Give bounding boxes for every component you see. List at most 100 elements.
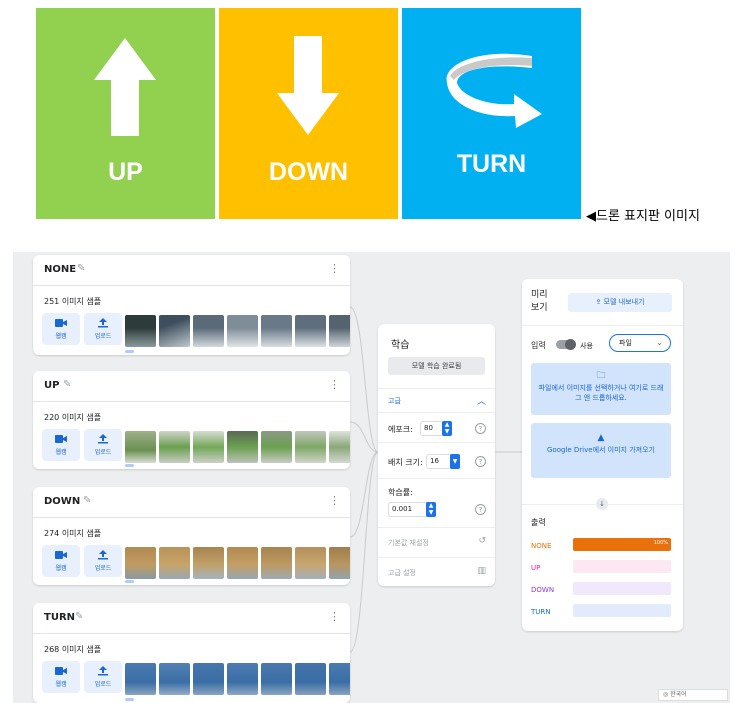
input-label: 입력: [531, 341, 546, 350]
sample-thumbnail: [329, 431, 350, 463]
output-class-down: DOWN: [531, 586, 555, 594]
confidence-percent: 100%: [653, 540, 668, 546]
class-card-down: DOWN ✎ ⋮ 274 이미지 샘플 웹캠 업로드: [33, 487, 350, 585]
pencil-icon[interactable]: ✎: [77, 264, 87, 274]
sign-down: DOWN: [219, 8, 398, 219]
sample-thumbnails[interactable]: [125, 431, 350, 463]
sample-thumbnail: [193, 431, 224, 463]
stepper-arrows-icon[interactable]: ▲ ▼: [426, 502, 436, 517]
webcam-button[interactable]: 웹캠: [42, 545, 80, 577]
video-camera-icon: [55, 435, 67, 443]
arrow-up-icon: [94, 38, 156, 136]
class-header: TURN ✎ ⋮: [33, 603, 350, 634]
more-options-icon[interactable]: ⋮: [329, 262, 340, 275]
class-header: NONE ✎ ⋮: [33, 255, 350, 286]
webcam-label: 웹캠: [55, 565, 67, 572]
arrow-down-circle-icon: ↓: [596, 498, 608, 510]
batch-size-value: 16: [430, 457, 439, 465]
training-title: 학습: [391, 340, 410, 351]
upload-button[interactable]: 업로드: [84, 313, 122, 345]
chevron-down-icon[interactable]: ▼: [450, 454, 460, 469]
under-the-hood-button[interactable]: 고급 설정: [388, 568, 416, 578]
export-model-button[interactable]: ⇪ 모델 내보내기: [568, 293, 672, 312]
upload-label: 업로드: [94, 449, 112, 456]
sample-thumbnail: [295, 547, 326, 579]
more-options-icon[interactable]: ⋮: [329, 378, 340, 391]
thumbnail-scrollbar[interactable]: [125, 350, 134, 353]
batch-size-select[interactable]: 16 ▼: [426, 454, 460, 469]
class-name[interactable]: DOWN: [44, 496, 80, 507]
upload-icon: [98, 666, 108, 676]
thumbnail-scrollbar[interactable]: [125, 464, 134, 467]
class-header: UP ✎ ⋮: [33, 371, 350, 402]
class-name[interactable]: TURN: [44, 612, 75, 623]
sample-thumbnail: [125, 663, 156, 695]
chevron-down-icon: ⌄: [656, 338, 663, 347]
sample-thumbnails[interactable]: [125, 663, 350, 695]
learning-rate-input[interactable]: 0.001 ▲ ▼: [388, 502, 436, 517]
class-name[interactable]: NONE: [44, 264, 76, 275]
sample-thumbnail: [159, 431, 190, 463]
sample-thumbnails[interactable]: [125, 547, 350, 579]
input-source-value: 파일: [619, 339, 632, 347]
upload-button[interactable]: 업로드: [84, 429, 122, 461]
sample-thumbnail: [125, 547, 156, 579]
thumbnail-scrollbar[interactable]: [125, 698, 134, 701]
upload-label: 업로드: [94, 333, 112, 340]
input-source-select[interactable]: 파일 ⌄: [609, 334, 671, 352]
sample-thumbnail: [295, 663, 326, 695]
google-drive-button[interactable]: ▲ Google Drive에서 이미지 가져오기: [531, 423, 671, 478]
language-selector[interactable]: ◎ 한국어: [658, 689, 728, 701]
more-options-icon[interactable]: ⋮: [329, 494, 340, 507]
more-options-icon[interactable]: ⋮: [329, 610, 340, 623]
webcam-label: 웹캠: [55, 449, 67, 456]
upload-label: 업로드: [94, 681, 112, 688]
upload-button[interactable]: 업로드: [84, 545, 122, 577]
teachable-machine-app: NONE ✎ ⋮ 251 이미지 샘플 웹캠 업로드 UP ✎ ⋮ 220 이미…: [13, 252, 730, 703]
input-toggle[interactable]: [556, 339, 576, 350]
sample-thumbnail: [261, 315, 292, 347]
preview-panel: 미리 보기 ⇪ 모델 내보내기 입력 사용 파일 ⌄ 🗀 파일에서 이미지를 선…: [522, 279, 683, 631]
pencil-icon[interactable]: ✎: [83, 496, 93, 506]
chevron-up-icon[interactable]: ︿: [477, 394, 486, 407]
help-icon[interactable]: ?: [475, 456, 486, 467]
file-drop-zone[interactable]: 🗀 파일에서 이미지를 선택하거나 여기로 드래그 앤 드롭하세요.: [531, 363, 671, 415]
webcam-button[interactable]: 웹캠: [42, 313, 80, 345]
stepper-arrows-icon[interactable]: ▲ ▼: [442, 421, 452, 436]
video-camera-icon: [55, 667, 67, 675]
drop-zone-text: 파일에서 이미지를 선택하거나 여기로 드래그 앤 드롭하세요.: [538, 384, 664, 402]
pencil-icon[interactable]: ✎: [75, 612, 85, 622]
sample-thumbnail: [261, 431, 292, 463]
help-icon[interactable]: ?: [475, 423, 486, 434]
sample-thumbnail: [193, 315, 224, 347]
chart-icon[interactable]: ▥: [477, 566, 486, 576]
sample-count: 220 이미지 샘플: [44, 413, 102, 422]
webcam-button[interactable]: 웹캠: [42, 429, 80, 461]
train-model-button[interactable]: 모델 학습 완료됨: [388, 357, 485, 375]
history-icon[interactable]: ↺: [478, 536, 486, 546]
advanced-toggle[interactable]: 고급: [388, 396, 401, 406]
thumbnail-scrollbar[interactable]: [125, 580, 134, 583]
confidence-bar: [573, 604, 671, 617]
sample-thumbnail: [227, 547, 258, 579]
output-class-turn: TURN: [531, 608, 551, 616]
webcam-button[interactable]: 웹캠: [42, 661, 80, 693]
sample-thumbnails[interactable]: [125, 315, 350, 347]
batch-size-label: 배치 크기:: [388, 458, 423, 467]
reset-defaults-button[interactable]: 기본값 재설정: [388, 538, 429, 548]
sample-thumbnail: [329, 547, 350, 579]
upload-button[interactable]: 업로드: [84, 661, 122, 693]
epochs-input[interactable]: 80 ▲ ▼: [420, 421, 452, 436]
confidence-bar: 100%: [573, 538, 671, 551]
help-icon[interactable]: ?: [475, 504, 486, 515]
sample-thumbnail: [227, 315, 258, 347]
sample-thumbnail: [125, 315, 156, 347]
sample-thumbnail: [193, 547, 224, 579]
class-name[interactable]: UP: [44, 380, 59, 391]
divider: [378, 412, 495, 413]
learning-rate-value: 0.001: [392, 505, 413, 513]
upload-icon: [98, 434, 108, 444]
divider: [378, 442, 495, 443]
sign-label: DOWN: [268, 158, 349, 186]
pencil-icon[interactable]: ✎: [63, 380, 73, 390]
